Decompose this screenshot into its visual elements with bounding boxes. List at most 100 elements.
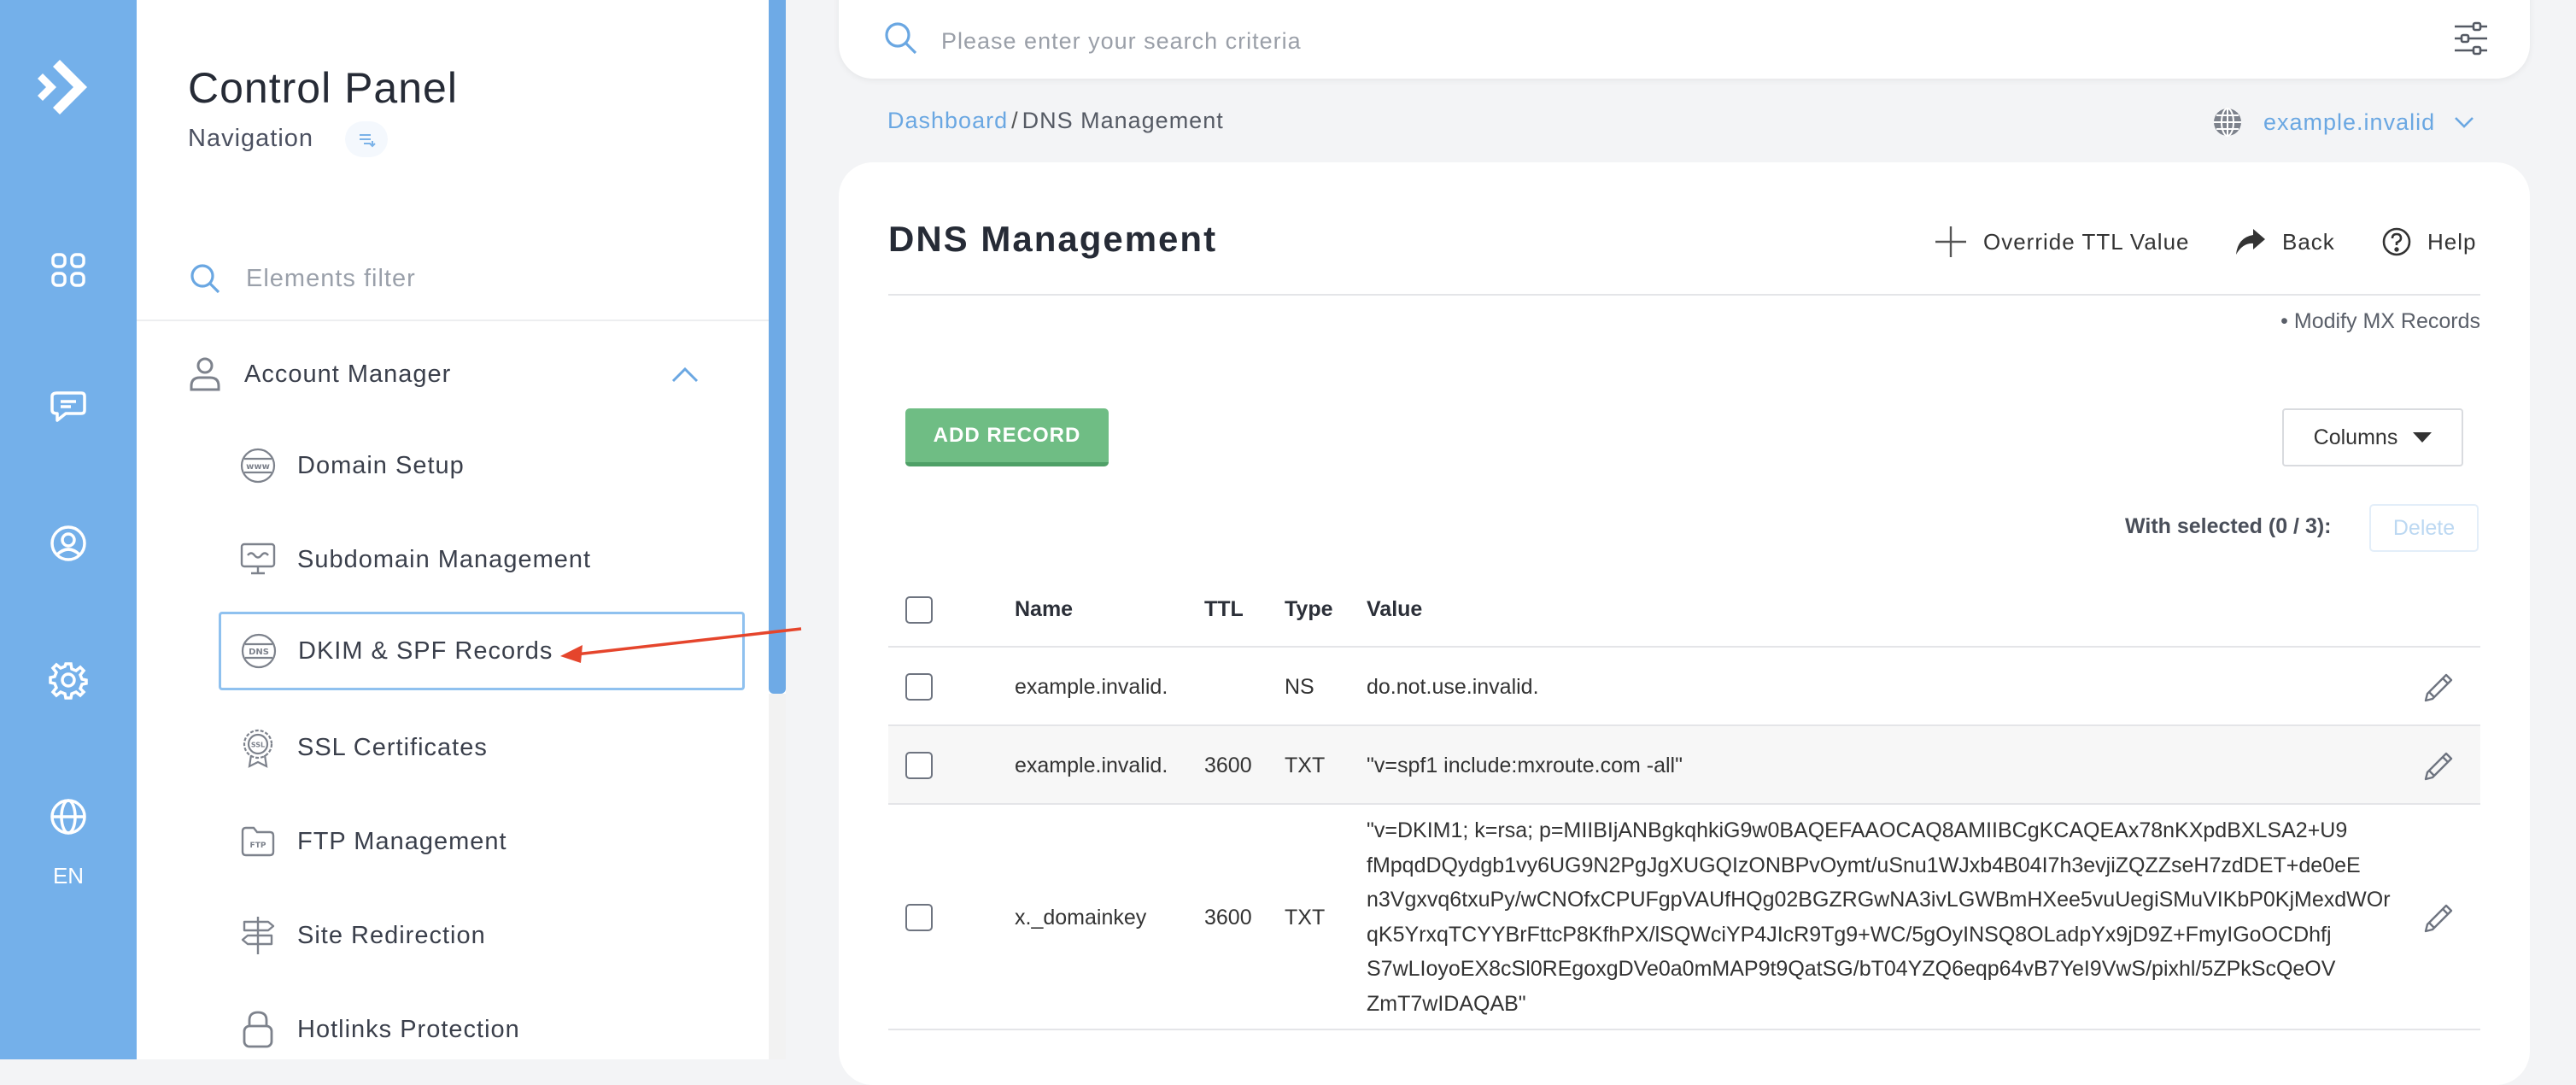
help-circle-icon	[2381, 226, 2412, 257]
nav-group-account-manager[interactable]: Account Manager	[188, 349, 717, 400]
title-divider	[888, 294, 2480, 296]
header-ttl[interactable]: TTL	[1204, 597, 1244, 622]
ftp-folder-icon: FTP	[239, 821, 277, 862]
breadcrumb: Dashboard / DNS Management	[887, 108, 1224, 134]
select-all-checkbox[interactable]	[905, 596, 933, 624]
nav-item-domain-setup[interactable]: www Domain Setup	[239, 439, 735, 492]
navigation-panel	[137, 0, 786, 1059]
page-title: DNS Management	[888, 219, 1218, 259]
chevron-down-icon	[2454, 115, 2474, 129]
delete-button[interactable]: Delete	[2369, 504, 2479, 552]
record-value-line: qK5YrxqTCYYBrFttcP8KfhPX/lSQWciYP4JIcR9T…	[1367, 922, 2332, 947]
nav-item-site-redirection[interactable]: Site Redirection	[239, 909, 735, 962]
record-value-line: ZmT7wIDAQAB"	[1367, 991, 1526, 1016]
table-row: x._domainkey 3600 TXT "v=DKIM1; k=rsa; p…	[888, 805, 2480, 1030]
breadcrumb-separator: /	[1011, 108, 1019, 133]
globe-icon[interactable]	[43, 791, 94, 842]
chat-icon[interactable]	[43, 381, 94, 432]
record-ttl: 3600	[1204, 754, 1252, 777]
nav-item-hotlinks-protection[interactable]: Hotlinks Protection	[239, 1003, 735, 1056]
record-type: TXT	[1285, 754, 1326, 777]
plus-icon	[1934, 225, 1968, 259]
search-icon	[881, 19, 919, 56]
nav-item-label: SSL Certificates	[297, 733, 488, 761]
svg-text:DNS: DNS	[249, 648, 269, 657]
svg-text:www: www	[246, 462, 270, 472]
panel-title: Control Panel	[188, 64, 458, 112]
subdomain-monitor-icon	[239, 539, 277, 580]
ssl-badge-icon: SSL	[239, 727, 277, 768]
lock-icon	[239, 1009, 277, 1050]
record-value-line: "v=DKIM1; k=rsa; p=MIIBIjANBgkqhkiG9w0BA…	[1367, 818, 2348, 842]
logo-arrow-icon[interactable]	[34, 53, 102, 121]
record-value: do.not.use.invalid.	[1367, 675, 1539, 699]
sliders-icon[interactable]	[2451, 19, 2491, 58]
globe-icon	[2212, 107, 2243, 138]
table-header: Name TTL Type Value	[888, 574, 2480, 648]
nav-item-label: Hotlinks Protection	[297, 1015, 520, 1043]
breadcrumb-current: DNS Management	[1022, 108, 1224, 133]
add-record-button[interactable]: ADD RECORD	[905, 408, 1109, 466]
pencil-icon[interactable]	[2421, 899, 2458, 936]
pencil-icon[interactable]	[2421, 747, 2458, 784]
header-name[interactable]: Name	[1015, 597, 1073, 622]
caret-down-icon	[2413, 432, 2433, 443]
override-ttl-button[interactable]: Override TTL Value	[1934, 224, 2190, 260]
share-arrow-icon	[2234, 227, 2267, 256]
row-checkbox[interactable]	[905, 904, 933, 931]
nav-group-label: Account Manager	[244, 360, 452, 388]
modify-mx-records-link[interactable]: • Modify MX Records	[2280, 309, 2480, 334]
language-label[interactable]: EN	[0, 863, 137, 889]
columns-dropdown[interactable]: Columns	[2282, 408, 2463, 466]
override-ttl-label: Override TTL Value	[1983, 228, 2190, 255]
search-input[interactable]	[940, 21, 2310, 62]
dns-globe-icon: DNS	[240, 630, 278, 672]
panel-subtitle: Navigation	[188, 125, 314, 152]
nav-item-label: Domain Setup	[297, 451, 465, 479]
row-checkbox[interactable]	[905, 752, 933, 779]
nav-divider	[137, 320, 769, 321]
pencil-icon[interactable]	[2421, 668, 2458, 706]
icon-rail: EN	[0, 0, 137, 1059]
record-type: NS	[1285, 675, 1314, 699]
record-value-line: S7wLIoyoEX8cSl0REgoxgDVe0a0mMAP9t9QatSG/…	[1367, 957, 2336, 981]
nav-item-ftp-management[interactable]: FTP FTP Management	[239, 815, 735, 868]
nav-item-label: Subdomain Management	[297, 545, 592, 573]
breadcrumb-dashboard-link[interactable]: Dashboard	[887, 108, 1008, 133]
search-icon	[188, 261, 222, 296]
record-value: "v=DKIM1; k=rsa; p=MIIBIjANBgkqhkiG9w0BA…	[1367, 813, 2392, 1021]
elements-filter-input[interactable]	[244, 263, 726, 294]
record-value-line: n3Vgxvq6txuPy/wCNOfxCPUFgpVAUfHQg02BGZRG…	[1367, 888, 2391, 912]
record-value-line: fMpqdDQydgb1vy6UG9N2PgJgXUGQIzONBPvOymt/…	[1367, 853, 2361, 877]
chevron-up-icon[interactable]	[671, 362, 699, 386]
svg-text:FTP: FTP	[250, 842, 266, 850]
global-search-bar	[839, 0, 2530, 79]
table-row: example.invalid. NS do.not.use.invalid.	[888, 648, 2480, 726]
help-button[interactable]: Help	[2381, 224, 2476, 260]
signpost-icon	[239, 915, 277, 956]
nav-item-subdomain-management[interactable]: Subdomain Management	[239, 533, 735, 586]
row-checkbox[interactable]	[905, 673, 933, 701]
user-circle-icon[interactable]	[43, 518, 94, 569]
collapse-nav-button[interactable]	[345, 121, 388, 157]
help-label: Help	[2427, 228, 2477, 255]
domain-selector[interactable]: example.invalid	[2212, 103, 2474, 142]
header-type[interactable]: Type	[1285, 597, 1333, 622]
www-globe-icon: www	[239, 445, 277, 486]
record-name: example.invalid.	[1015, 754, 1168, 777]
header-value[interactable]: Value	[1367, 592, 2392, 627]
grid-icon[interactable]	[43, 244, 94, 296]
selected-domain: example.invalid	[2263, 108, 2436, 135]
nav-item-dkim-spf-records[interactable]: DNS DKIM & SPF Records	[219, 612, 745, 690]
nav-scrollbar[interactable]	[769, 0, 786, 694]
columns-label: Columns	[2313, 425, 2398, 449]
back-button[interactable]: Back	[2234, 224, 2335, 260]
gear-icon[interactable]	[43, 654, 94, 706]
table-row: example.invalid. 3600 TXT "v=spf1 includ…	[888, 726, 2480, 805]
record-type: TXT	[1285, 906, 1326, 930]
record-name: x._domainkey	[1015, 906, 1147, 930]
svg-text:SSL: SSL	[251, 742, 265, 749]
record-name: example.invalid.	[1015, 675, 1168, 699]
nav-scrollbar-track	[769, 694, 786, 1059]
nav-item-ssl-certificates[interactable]: SSL SSL Certificates	[239, 721, 735, 774]
